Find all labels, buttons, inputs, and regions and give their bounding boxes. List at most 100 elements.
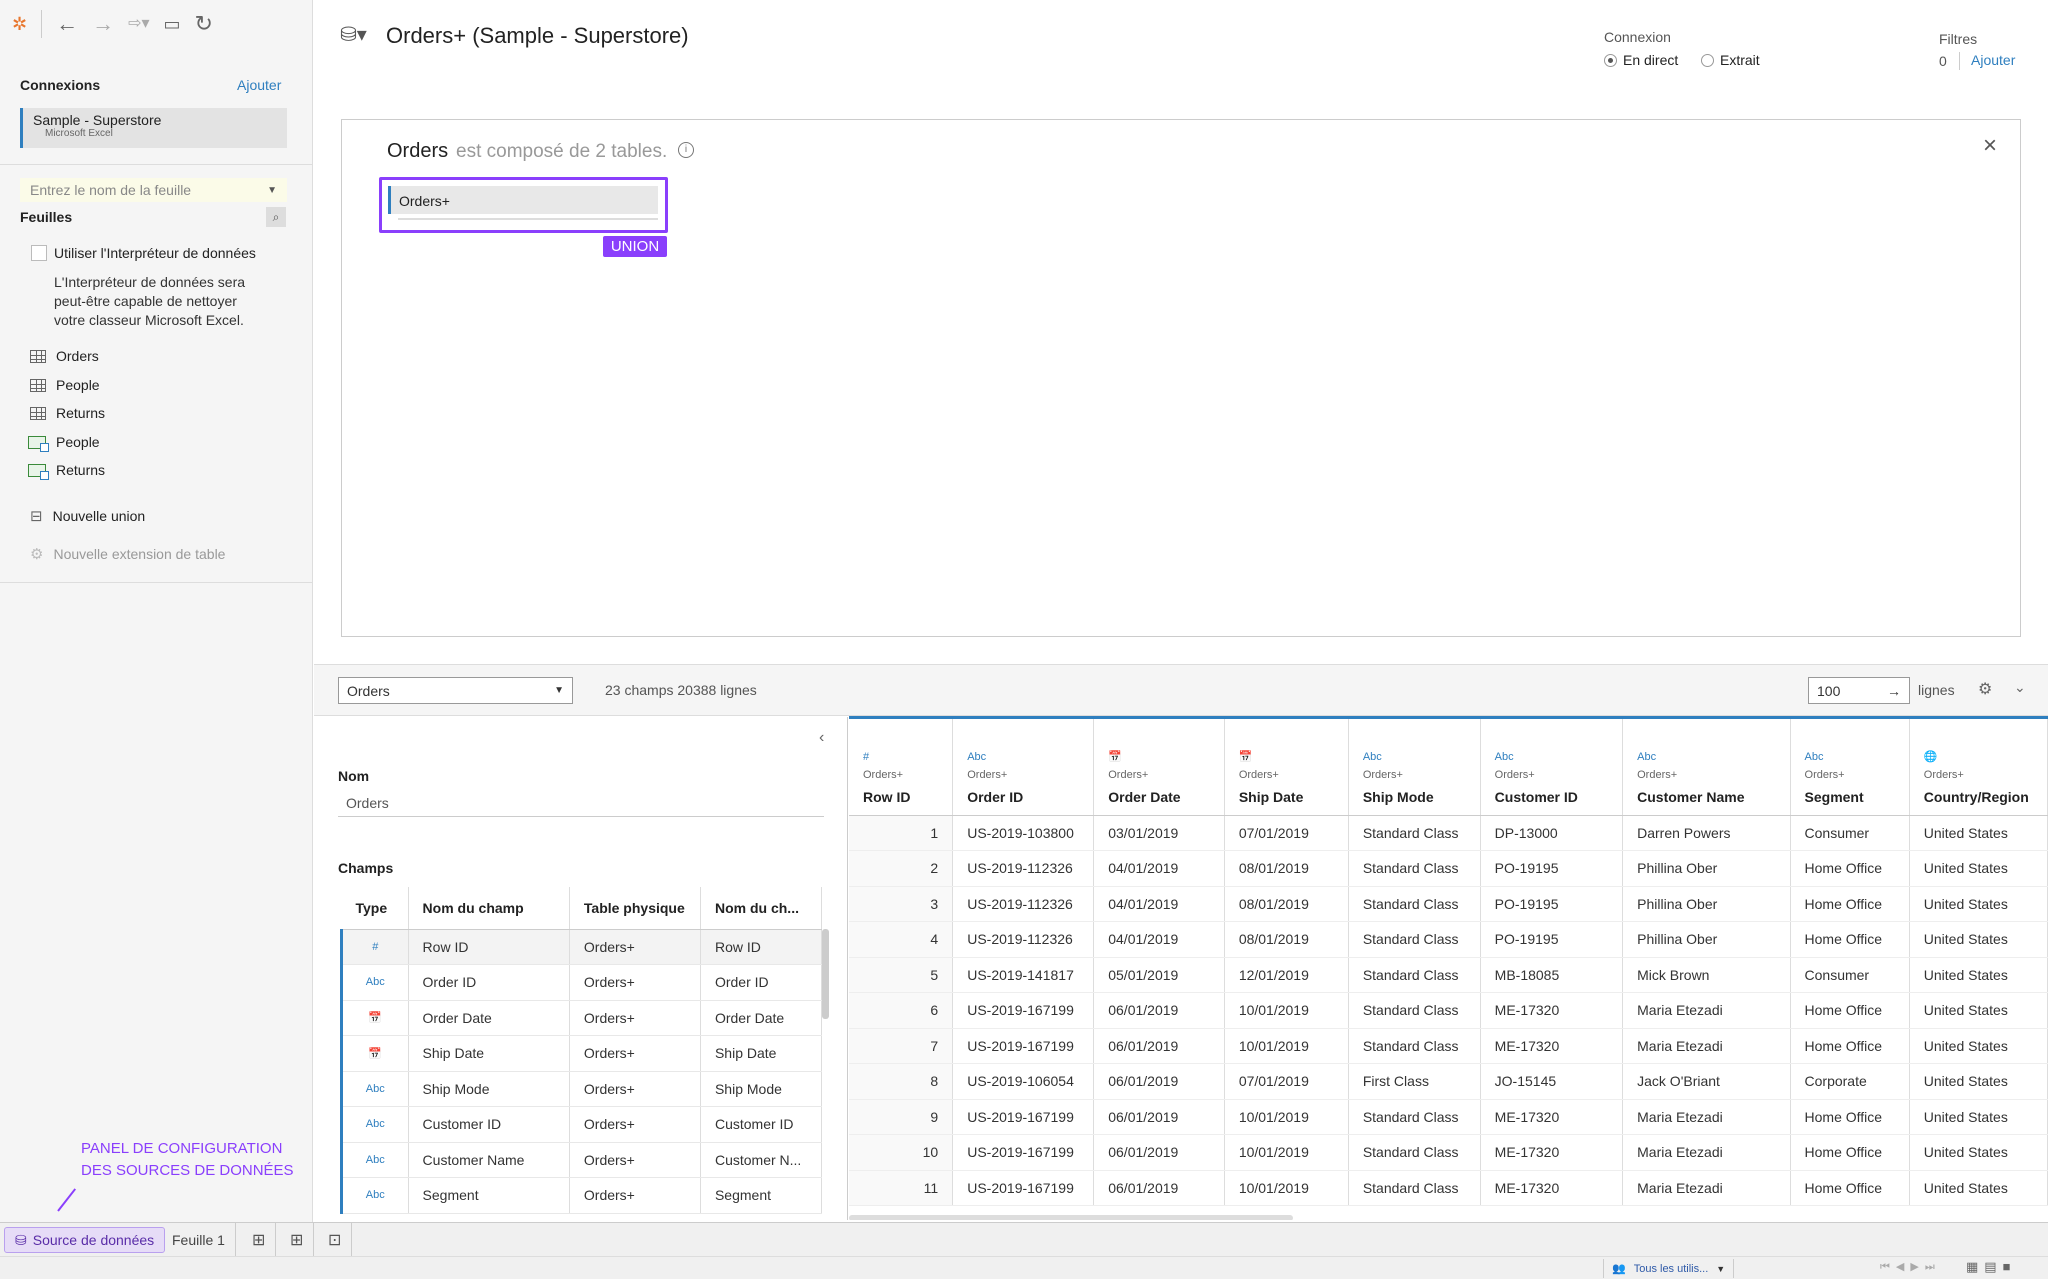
grid-cell[interactable]: United States [1909,1134,2048,1171]
grid-cell[interactable]: Home Office [1790,992,1910,1029]
page-title[interactable]: Orders+ (Sample - Superstore) [386,23,689,49]
rows-count-input[interactable]: 100 → [1808,677,1910,704]
info-icon[interactable]: i [678,142,694,158]
datasource-icon[interactable]: ⛁▾ [340,22,367,47]
grid-cell[interactable]: 3 [849,886,954,922]
grid-cell[interactable]: Jack O'Briant [1622,1063,1791,1100]
grid-cell[interactable]: Standard Class [1348,1170,1481,1206]
grid-cell[interactable]: 10 [849,1134,954,1171]
grid-cell[interactable]: 7 [849,1028,954,1064]
grid-cell[interactable]: 10/01/2019 [1224,992,1349,1029]
column-header[interactable]: 📅 Orders+ Ship Date [1224,719,1349,816]
arrow-right-icon[interactable]: → [1887,683,1901,699]
grid-cell[interactable]: 08/01/2019 [1224,921,1349,958]
add-connection-link[interactable]: Ajouter [237,77,281,93]
grid-cell[interactable]: 06/01/2019 [1093,1134,1225,1171]
col-physical-table-header[interactable]: Table physique [569,887,701,930]
user-filter-select[interactable]: 👥 Tous les utilis... ▼ [1603,1259,1735,1278]
collapse-chevron-icon[interactable]: ‹ [819,729,824,747]
grid-cell[interactable]: 06/01/2019 [1093,1028,1225,1064]
grid-cell[interactable]: 07/01/2019 [1224,815,1349,851]
field-row[interactable]: Abc Segment Orders+ Segment [340,1177,823,1214]
grid-cell[interactable]: Home Office [1790,1028,1910,1064]
grid-cell[interactable]: United States [1909,886,2048,922]
grid-cell[interactable]: 04/01/2019 [1093,921,1225,958]
grid-cell[interactable]: Darren Powers [1622,815,1791,851]
sheet-people[interactable]: People [30,377,100,393]
grid-cell[interactable]: Standard Class [1348,992,1481,1029]
grid-cell[interactable]: Maria Etezadi [1622,992,1791,1029]
column-header[interactable]: # Orders+ Row ID [849,719,954,816]
grid-cell[interactable]: US-2019-167199 [952,1134,1095,1171]
table-select[interactable]: Orders ▼ [338,677,573,704]
live-radio[interactable]: En direct [1604,52,1678,68]
grid-cell[interactable]: US-2019-112326 [952,921,1095,958]
grid-cell[interactable]: Mick Brown [1622,957,1791,993]
grid-cell[interactable]: Standard Class [1348,886,1481,922]
grid-cell[interactable]: PO-19195 [1480,850,1624,887]
grid-cell[interactable]: 5 [849,957,954,993]
back-icon[interactable]: ← [56,13,78,35]
grid-cell[interactable]: Home Office [1790,1134,1910,1171]
sheet-returns[interactable]: Returns [30,405,105,421]
grid-cell[interactable]: Standard Class [1348,850,1481,887]
grid-cell[interactable]: 06/01/2019 [1093,1063,1225,1100]
connection-item[interactable]: Sample - Superstore Microsoft Excel [20,108,287,148]
grid-cell[interactable]: 08/01/2019 [1224,850,1349,887]
grid-cell[interactable]: ME-17320 [1480,1134,1624,1171]
grid-cell[interactable]: Consumer [1790,815,1910,851]
grid-cell[interactable]: 2 [849,850,954,887]
grid-cell[interactable]: 10/01/2019 [1224,1099,1349,1135]
grid-cell[interactable]: United States [1909,992,2048,1029]
grid-cell[interactable]: Home Office [1790,1099,1910,1135]
grid-cell[interactable]: Consumer [1790,957,1910,993]
grid-cell[interactable]: Home Office [1790,1170,1910,1206]
grid-cell[interactable]: 9 [849,1099,954,1135]
grid-cell[interactable]: 05/01/2019 [1093,957,1225,993]
grid-cell[interactable]: Standard Class [1348,921,1481,958]
grid-cell[interactable]: 08/01/2019 [1224,886,1349,922]
grid-cell[interactable]: US-2019-167199 [952,1099,1095,1135]
grid-cell[interactable]: MB-18085 [1480,957,1624,993]
grid-cell[interactable]: US-2019-103800 [952,815,1095,851]
field-row[interactable]: Abc Ship Mode Orders+ Ship Mode [340,1071,823,1107]
grid-cell[interactable]: ME-17320 [1480,1170,1624,1206]
grid-cell[interactable]: United States [1909,1063,2048,1100]
column-header[interactable]: Abc Orders+ Ship Mode [1348,719,1481,816]
grid-cell[interactable]: 10/01/2019 [1224,1170,1349,1206]
join-canvas[interactable]: Orders est composé de 2 tables. i × Orde… [341,119,2021,637]
grid-cell[interactable]: 04/01/2019 [1093,850,1225,887]
redo-menu-icon[interactable]: ⇨▾ [128,16,149,32]
grid-cell[interactable]: DP-13000 [1480,815,1624,851]
grid-cell[interactable]: 12/01/2019 [1224,957,1349,993]
grid-cell[interactable]: 8 [849,1063,954,1100]
grid-cell[interactable]: ME-17320 [1480,1099,1624,1135]
grid-cell[interactable]: United States [1909,1099,2048,1135]
col-type-header[interactable]: Type [341,887,409,930]
navigation-controls-icon[interactable]: ⏮◀▶⏭ [1880,1260,1941,1274]
column-header[interactable]: Abc Orders+ Customer Name [1622,719,1791,816]
interpreter-checkbox[interactable] [31,245,47,261]
column-header[interactable]: 🌐 Orders+ Country/Region [1909,719,2048,816]
grid-cell[interactable]: Corporate [1790,1063,1910,1100]
grid-cell[interactable]: PO-19195 [1480,921,1624,958]
grid-cell[interactable]: Maria Etezadi [1622,1028,1791,1064]
grid-cell[interactable]: US-2019-167199 [952,1028,1095,1064]
grid-cell[interactable]: United States [1909,1028,2048,1064]
tab-sheet1[interactable]: Feuille 1 [162,1223,236,1256]
new-sheet-icon[interactable]: ⊞ [242,1223,277,1256]
grid-cell[interactable]: 11 [849,1170,954,1206]
grid-cell[interactable]: Phillina Ober [1622,850,1791,887]
dropdown-arrow-icon[interactable]: ▼ [267,185,277,196]
grid-cell[interactable]: 03/01/2019 [1093,815,1225,851]
grid-cell[interactable]: US-2019-112326 [952,850,1095,887]
grid-cell[interactable]: US-2019-112326 [952,886,1095,922]
sheet-orders[interactable]: Orders [30,348,99,364]
grid-cell[interactable]: Standard Class [1348,957,1481,993]
union-table-box[interactable]: Orders+ [379,177,668,233]
save-icon[interactable]: ▭ [164,15,181,33]
grid-cell[interactable]: Maria Etezadi [1622,1099,1791,1135]
grid-cell[interactable]: JO-15145 [1480,1063,1624,1100]
grid-cell[interactable]: 4 [849,921,954,958]
grid-cell[interactable]: 6 [849,992,954,1029]
